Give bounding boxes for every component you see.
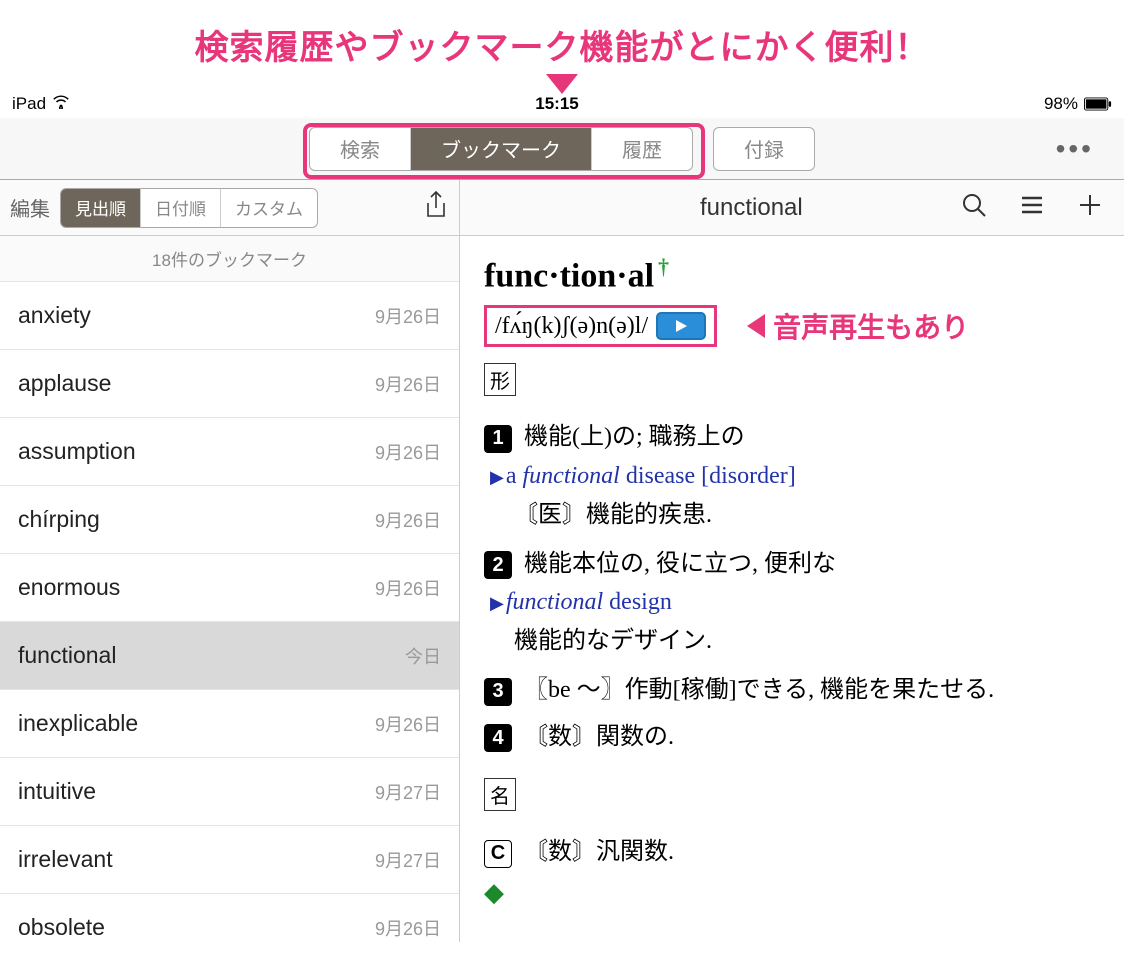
bookmark-word: assumption bbox=[18, 438, 136, 465]
example-2: ▶functional design bbox=[490, 589, 1100, 616]
def-letter-c: C bbox=[484, 840, 512, 868]
annotation-arrow-left bbox=[747, 314, 765, 338]
def-number-1: 1 bbox=[484, 425, 512, 453]
bookmark-word: obsolete bbox=[18, 914, 105, 941]
phonetic-text: /fʌ́ŋ(k)ʃ(ə)n(ə)l/ bbox=[495, 313, 648, 340]
bookmark-row[interactable]: assumption 9月26日 bbox=[0, 418, 459, 486]
left-toolbar: 編集 見出順 日付順 カスタム bbox=[0, 180, 459, 236]
right-toolbar: functional bbox=[460, 180, 1124, 236]
bookmark-word: inexplicable bbox=[18, 710, 138, 737]
bookmark-date: 9月26日 bbox=[375, 439, 441, 465]
bookmark-date: 9月26日 bbox=[375, 507, 441, 533]
more-button[interactable]: ••• bbox=[1056, 133, 1094, 165]
tab-bookmark[interactable]: ブックマーク bbox=[411, 128, 592, 170]
status-bar: iPad 15:15 98% bbox=[0, 90, 1124, 118]
device-label: iPad bbox=[12, 94, 46, 114]
annotation-audio: 音声再生もあり bbox=[733, 306, 969, 346]
secondary-segment-control: 付録 bbox=[713, 127, 815, 171]
bookmark-row[interactable]: functional 今日 bbox=[0, 622, 459, 690]
definition-3: 〖be ～〗作動[稼働]できる, 機能を果たせる. bbox=[524, 669, 994, 704]
bookmark-date: 9月26日 bbox=[375, 575, 441, 601]
dagger-icon: † bbox=[658, 254, 669, 279]
bookmark-word: applause bbox=[18, 370, 111, 397]
def-number-4: 4 bbox=[484, 724, 512, 752]
sort-date[interactable]: 日付順 bbox=[141, 189, 221, 227]
phonetic-highlight: /fʌ́ŋ(k)ʃ(ə)n(ə)l/ bbox=[484, 305, 717, 347]
main-segment-control: 検索 ブックマーク 履歴 bbox=[309, 127, 693, 171]
noun-definition-c: 〘数〙汎関数. bbox=[524, 831, 674, 866]
bookmark-word: enormous bbox=[18, 574, 120, 601]
example-1-translation: 〘医〙機能的疾患. bbox=[514, 494, 1100, 529]
sort-custom[interactable]: カスタム bbox=[221, 189, 317, 227]
clock: 15:15 bbox=[535, 94, 578, 114]
bookmark-date: 9月26日 bbox=[375, 711, 441, 737]
definition-4: 〘数〙関数の. bbox=[524, 716, 674, 751]
bookmark-row[interactable]: obsolete 9月26日 bbox=[0, 894, 459, 942]
bookmark-panel: 編集 見出順 日付順 カスタム 18件のブックマーク anxiety9月26日a… bbox=[0, 180, 460, 942]
bookmark-word: functional bbox=[18, 642, 116, 669]
definition-2: 機能本位の, 役に立つ, 便利な bbox=[524, 543, 836, 578]
edit-button[interactable]: 編集 bbox=[10, 193, 50, 222]
entry-title: functional bbox=[700, 194, 803, 222]
dictionary-entry[interactable]: func·tion·al† /fʌ́ŋ(k)ʃ(ə)n(ə)l/ 音声再生もあり… bbox=[460, 236, 1124, 942]
tab-appendix[interactable]: 付録 bbox=[714, 128, 814, 170]
bookmark-word: chírping bbox=[18, 506, 100, 533]
tab-search[interactable]: 検索 bbox=[310, 128, 411, 170]
pos-noun: 名 bbox=[484, 778, 516, 811]
bookmark-row[interactable]: irrelevant 9月27日 bbox=[0, 826, 459, 894]
example-2-translation: 機能的なデザイン. bbox=[514, 620, 1100, 655]
bookmark-word: irrelevant bbox=[18, 846, 113, 873]
diamond-icon: ◆ bbox=[484, 878, 1100, 908]
annotation-headline: 検索履歴やブックマーク機能がとにかく便利！ bbox=[0, 0, 1124, 74]
wifi-icon bbox=[52, 94, 70, 114]
bookmark-word: anxiety bbox=[18, 302, 91, 329]
menu-icon[interactable] bbox=[1018, 191, 1046, 224]
bookmark-date: 9月27日 bbox=[375, 779, 441, 805]
entry-panel: functional func·tion·al† /fʌ́ŋ(k)ʃ(ə)n(ə… bbox=[460, 180, 1124, 942]
sort-segment-control: 見出順 日付順 カスタム bbox=[60, 188, 318, 228]
battery-icon bbox=[1084, 97, 1112, 111]
bookmark-date: 9月26日 bbox=[375, 915, 441, 941]
bookmark-date: 今日 bbox=[405, 643, 441, 669]
battery-percent: 98% bbox=[1044, 94, 1078, 114]
bookmark-row[interactable]: intuitive 9月27日 bbox=[0, 758, 459, 826]
bookmark-row[interactable]: applause 9月26日 bbox=[0, 350, 459, 418]
bookmark-date: 9月27日 bbox=[375, 847, 441, 873]
headword: func·tion·al† bbox=[484, 254, 1100, 295]
nav-bar: 検索 ブックマーク 履歴 付録 ••• bbox=[0, 118, 1124, 180]
def-number-2: 2 bbox=[484, 551, 512, 579]
bookmark-row[interactable]: chírping 9月26日 bbox=[0, 486, 459, 554]
search-icon[interactable] bbox=[960, 191, 988, 224]
sort-headword[interactable]: 見出順 bbox=[61, 189, 141, 227]
share-button[interactable] bbox=[423, 190, 449, 225]
bookmark-row[interactable]: anxiety 9月26日 bbox=[0, 282, 459, 350]
bookmark-date: 9月26日 bbox=[375, 303, 441, 329]
tab-history[interactable]: 履歴 bbox=[592, 128, 692, 170]
audio-play-button[interactable] bbox=[656, 312, 706, 340]
bookmark-row[interactable]: inexplicable 9月26日 bbox=[0, 690, 459, 758]
bookmark-word: intuitive bbox=[18, 778, 96, 805]
def-number-3: 3 bbox=[484, 678, 512, 706]
example-1: ▶a functional disease [disorder] bbox=[490, 463, 1100, 490]
bookmark-row[interactable]: enormous 9月26日 bbox=[0, 554, 459, 622]
plus-icon[interactable] bbox=[1076, 191, 1104, 224]
bookmark-count: 18件のブックマーク bbox=[0, 236, 459, 282]
pos-adjective: 形 bbox=[484, 363, 516, 396]
bookmark-list[interactable]: anxiety 9月26日 applause 9月26日 assumption 9月26日… bbox=[0, 282, 459, 942]
definition-1: 機能(上)の; 職務上の bbox=[524, 416, 745, 451]
bookmark-date: 9月26日 bbox=[375, 371, 441, 397]
